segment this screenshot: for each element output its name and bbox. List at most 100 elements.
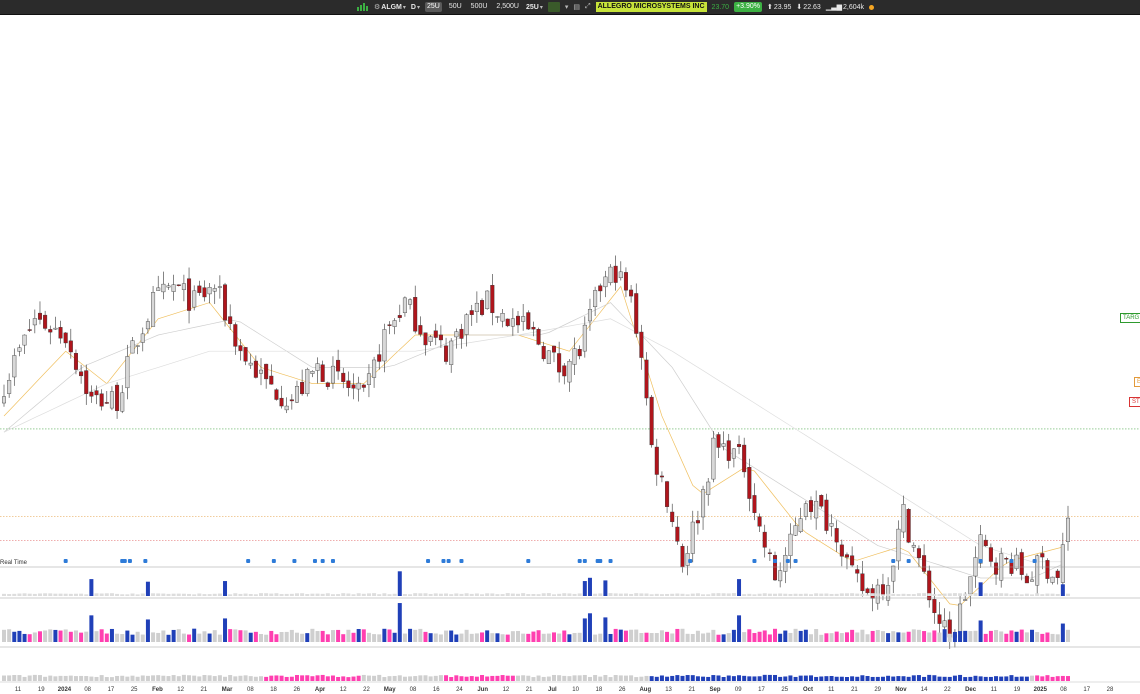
x-tick-label: May <box>384 687 396 693</box>
volume-bar <box>7 675 12 681</box>
volume-bar <box>608 677 613 681</box>
volume-bar <box>757 676 762 681</box>
volume-bar <box>53 593 58 596</box>
volume-bar <box>2 593 6 596</box>
volume-bar <box>999 593 1004 596</box>
entry-label[interactable]: E <box>1134 377 1140 387</box>
volume-bar <box>438 593 443 596</box>
volume-bar <box>336 629 341 642</box>
app-logo-icon[interactable] <box>357 3 369 11</box>
candle <box>598 283 603 302</box>
volume-bar <box>115 593 120 596</box>
candle-body <box>474 302 479 312</box>
volume-bar <box>289 676 294 681</box>
candle-body <box>1014 554 1019 569</box>
event-marker-icon <box>1032 559 1037 563</box>
volume-bar <box>978 582 983 596</box>
candle <box>228 304 233 331</box>
candle-body <box>798 518 803 532</box>
bar-option-2500u[interactable]: 2,500U <box>494 2 521 12</box>
candle <box>958 596 963 633</box>
bar-option-25u[interactable]: 25U <box>424 2 442 12</box>
volume-bar <box>623 593 628 596</box>
event-marker-icon <box>978 559 983 563</box>
candle <box>300 369 305 396</box>
volume-bar <box>546 633 551 642</box>
stop-label[interactable]: ST <box>1129 397 1140 407</box>
candle-body <box>485 290 490 309</box>
bar-option-500u[interactable]: 500U <box>469 2 490 12</box>
volume-bar <box>731 593 736 596</box>
volume-bar <box>1050 676 1055 681</box>
candle-body <box>305 369 310 394</box>
volume-bar <box>952 675 957 681</box>
candle-body <box>284 405 289 411</box>
x-tick-label: 18 <box>270 687 277 693</box>
chevron-down-icon[interactable]: ▾ <box>565 3 569 11</box>
volume-bar <box>551 632 556 642</box>
volume-bar <box>814 676 819 681</box>
candle <box>752 483 757 521</box>
volume-bar <box>330 594 335 596</box>
volume-bar <box>228 629 233 642</box>
volume-bar <box>197 676 202 681</box>
candle-body <box>639 331 644 358</box>
volume-bar <box>109 628 114 642</box>
candle <box>140 327 145 352</box>
bar-size-menu[interactable]: 25U ▾ <box>526 4 543 11</box>
candle-body <box>922 555 927 572</box>
x-tick-label: Nov <box>895 687 907 693</box>
volume-bar <box>875 593 880 596</box>
price-chart[interactable]: 11 19 2024 08 17 25 Feb 12 21 Mar 08 18 26 Apr 12 22 May… <box>0 15 1140 694</box>
volume-bar <box>896 594 901 596</box>
x-tick-label: 22 <box>944 687 951 693</box>
chart-style-icon[interactable] <box>547 2 560 12</box>
volume-bar <box>608 593 613 596</box>
volume-bar <box>444 593 449 596</box>
volume-bar <box>978 676 983 681</box>
volume-bar <box>413 593 418 596</box>
expand-icon[interactable]: ⤢ <box>585 3 591 11</box>
x-tick-label: 19 <box>38 687 45 693</box>
volume-bar <box>994 676 999 681</box>
volume-bar <box>423 675 428 681</box>
candle-body <box>109 391 114 409</box>
candle <box>680 543 685 573</box>
volume-bar <box>1035 632 1040 642</box>
x-tick-label: Aug <box>639 687 651 693</box>
candle <box>22 334 27 354</box>
volume-bar <box>372 593 377 596</box>
candle-body <box>207 287 212 295</box>
filter-icon[interactable]: ▤ <box>573 3 580 11</box>
volume-bar <box>510 675 515 681</box>
candle <box>449 338 454 373</box>
candle-body <box>464 314 469 335</box>
symbol-selector[interactable]: ⚙ ALGM ▾ <box>374 3 406 12</box>
x-tick-label: Oct <box>803 687 813 693</box>
candle-body <box>48 329 53 333</box>
volume-bar <box>1019 629 1024 642</box>
bar-option-50u[interactable]: 50U <box>447 2 464 12</box>
candle <box>824 493 829 535</box>
candle-body <box>228 316 233 324</box>
volume-bar <box>243 630 248 642</box>
volume-bar <box>562 675 567 681</box>
candle-body <box>690 521 695 554</box>
candle-body <box>377 354 382 362</box>
candle-body <box>680 546 685 568</box>
volume-bar <box>284 593 289 596</box>
volume-bar <box>480 594 485 596</box>
volume-bar <box>140 675 145 681</box>
volume-bar <box>706 594 711 596</box>
interval-selector[interactable]: D ▾ <box>411 4 420 11</box>
volume-bar <box>1040 676 1045 681</box>
target-label[interactable]: TARG <box>1120 313 1140 323</box>
candlesticks <box>2 255 1070 649</box>
volume-bar <box>438 675 443 681</box>
volume-bar <box>557 593 562 596</box>
candle <box>577 345 582 360</box>
volume-bar <box>274 634 279 642</box>
volume-bar <box>737 615 742 642</box>
candle <box>356 376 361 402</box>
volume-bar <box>187 634 192 642</box>
